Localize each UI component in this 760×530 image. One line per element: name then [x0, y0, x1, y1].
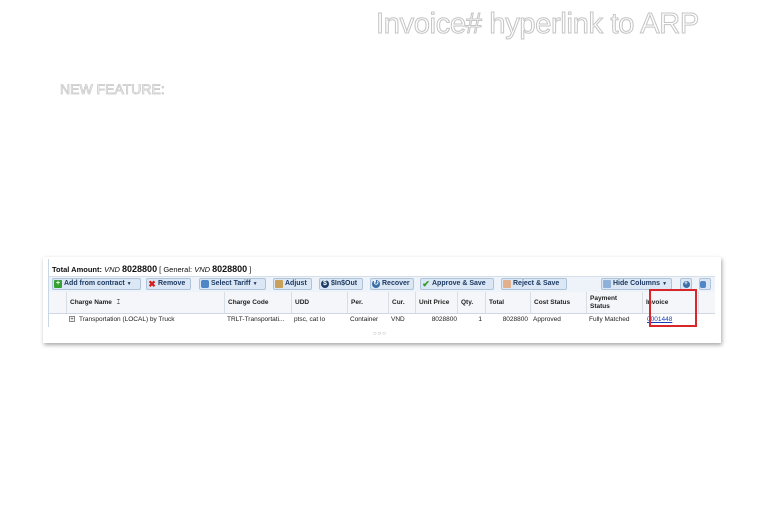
invoice-link[interactable]: 0001448 — [647, 316, 672, 323]
total-amount-line: Total Amount: VND 8028800 [ General: VND… — [52, 264, 251, 275]
recover-icon: ↻ — [372, 280, 380, 288]
in-out-button[interactable]: $ $In$Out — [319, 278, 363, 290]
cell-udd: ptsc, cat lo — [294, 316, 326, 323]
check-icon: ✔ — [422, 279, 430, 289]
charge-name-header-label: Charge Name — [70, 298, 112, 306]
cell-charge-name: + Transportation (LOCAL) by Truck — [66, 314, 224, 326]
expand-row-icon[interactable]: + — [69, 316, 75, 323]
expand-icon: + — [682, 280, 690, 288]
column-header-invoice[interactable]: Invoice — [642, 292, 698, 313]
cell-charge-code: TRLT-Transportati... — [227, 316, 285, 323]
total-amount-value: 8028800 — [122, 264, 158, 274]
approve-save-label: Approve & Save — [432, 280, 486, 287]
add-from-contract-label: Add from contract — [64, 280, 125, 287]
resize-grip-icon[interactable]: ○○○ — [373, 331, 387, 337]
reject-icon — [503, 280, 511, 288]
select-tariff-label: Select Tariff — [211, 280, 251, 287]
table-row[interactable]: + Transportation (LOCAL) by Truck TRLT-Tr… — [49, 314, 715, 326]
dollar-icon: $ — [321, 280, 329, 288]
remove-button[interactable]: ✖ Remove — [146, 278, 191, 290]
cell-cur: VND — [391, 316, 405, 323]
text-cursor-icon: 𝙸 — [115, 298, 121, 306]
column-header-qty[interactable]: Qty. — [457, 292, 485, 313]
expand-button[interactable]: + — [680, 278, 692, 290]
cell-total: 8028800 — [502, 316, 528, 323]
column-header-payment-status[interactable]: Payment Status — [586, 292, 642, 313]
more-button[interactable] — [699, 278, 711, 290]
slide-title: Invoice# hyperlink to ARP — [376, 8, 700, 41]
more-icon — [700, 280, 706, 288]
charges-panel: Total Amount: VND 8028800 [ General: VND… — [48, 259, 715, 327]
columns-icon — [603, 280, 611, 288]
cell-cost-status: Approved — [533, 316, 561, 323]
column-header-cur[interactable]: Cur. — [388, 292, 415, 313]
charge-name-value: Transportation (LOCAL) by Truck — [79, 316, 175, 323]
select-tariff-button[interactable]: Select Tariff ▼ — [199, 278, 266, 290]
cell-payment-status: Fully Matched — [589, 316, 630, 323]
column-header-per[interactable]: Per. — [347, 292, 388, 313]
hide-columns-label: Hide Columns — [613, 280, 661, 287]
chevron-down-icon: ▼ — [126, 281, 132, 287]
total-amount-label: Total Amount: — [52, 265, 102, 274]
reject-save-label: Reject & Save — [513, 280, 560, 287]
adjust-icon — [275, 280, 283, 288]
add-from-contract-button[interactable]: + Add from contract ▼ — [52, 278, 141, 290]
total-currency: VND — [104, 265, 120, 274]
column-header-unit-price[interactable]: Unit Price — [415, 292, 457, 313]
recover-button[interactable]: ↻ Recover — [370, 278, 414, 290]
header-expander-cell — [49, 292, 66, 313]
header-trailing-cell — [698, 292, 715, 313]
chevron-down-icon: ▼ — [662, 281, 668, 287]
charges-toolbar: + Add from contract ▼ ✖ Remove Select Ta… — [49, 276, 715, 293]
column-header-charge-code[interactable]: Charge Code — [224, 292, 291, 313]
approve-save-button[interactable]: ✔ Approve & Save — [420, 278, 494, 290]
column-header-total[interactable]: Total — [485, 292, 530, 313]
chevron-down-icon: ▼ — [252, 281, 258, 287]
x-icon: ✖ — [148, 279, 156, 289]
general-currency: VND — [194, 265, 211, 274]
column-header-udd[interactable]: UDD — [291, 292, 347, 313]
hide-columns-button[interactable]: Hide Columns ▼ — [601, 278, 672, 290]
in-out-label: $In$Out — [331, 280, 358, 287]
column-header-cost-status[interactable]: Cost Status — [530, 292, 586, 313]
general-close: ] — [249, 265, 252, 274]
tariff-icon — [201, 280, 209, 288]
general-amount-value: 8028800 — [212, 264, 248, 274]
general-open: [ General: — [159, 265, 193, 274]
cell-qty: 1 — [478, 316, 482, 323]
adjust-button[interactable]: Adjust — [273, 278, 312, 290]
cell-unit-price: 8028800 — [431, 316, 457, 323]
cell-invoice: 0001448 — [642, 314, 698, 326]
grid-header: Charge Name 𝙸 Charge Code UDD Per. Cur. … — [49, 292, 715, 314]
new-feature-heading: NEW FEATURE: — [60, 81, 166, 98]
recover-label: Recover — [382, 280, 410, 287]
app-screenshot: Total Amount: VND 8028800 [ General: VND… — [43, 257, 721, 343]
plus-icon: + — [54, 280, 62, 288]
cell-per: Container — [350, 316, 379, 323]
remove-label: Remove — [158, 280, 186, 287]
column-header-charge-name[interactable]: Charge Name 𝙸 — [66, 292, 224, 313]
reject-save-button[interactable]: Reject & Save — [501, 278, 567, 290]
adjust-label: Adjust — [285, 280, 307, 287]
